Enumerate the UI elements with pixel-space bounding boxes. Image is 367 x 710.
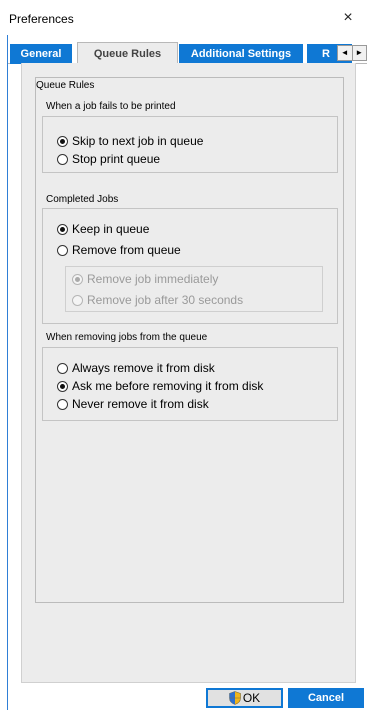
radio-label: Remove job immediately [87, 272, 219, 286]
radio-always-remove[interactable]: Always remove it from disk [57, 360, 215, 376]
radio-indicator [57, 153, 68, 165]
radio-indicator [57, 380, 68, 392]
tab-general[interactable]: General [10, 44, 72, 64]
title-bar: Preferences × [0, 0, 367, 36]
radio-indicator [57, 135, 68, 147]
radio-indicator [57, 223, 68, 235]
radio-remove-immediately[interactable]: Remove job immediately [72, 271, 218, 287]
close-icon: × [343, 9, 353, 26]
radio-indicator [57, 398, 68, 410]
radio-label: Remove job after 30 seconds [87, 293, 244, 307]
radio-remove-after-30s[interactable]: Remove job after 30 seconds [72, 292, 243, 308]
ok-label: OK [242, 691, 261, 705]
radio-indicator [72, 273, 83, 285]
ok-button[interactable]: OK [206, 688, 283, 708]
radio-indicator [57, 362, 68, 374]
radio-remove-from-queue[interactable]: Remove from queue [57, 242, 181, 258]
radio-label: Skip to next job in queue [72, 134, 204, 148]
tab-additional-settings[interactable]: Additional Settings [179, 44, 303, 64]
cancel-button[interactable]: Cancel [288, 688, 364, 708]
radio-never-remove[interactable]: Never remove it from disk [57, 396, 209, 412]
failed-jobs-label: When a job fails to be printed [46, 101, 176, 112]
radio-label: Keep in queue [72, 222, 150, 236]
radio-skip-next-job[interactable]: Skip to next job in queue [57, 133, 203, 149]
radio-keep-in-queue[interactable]: Keep in queue [57, 221, 149, 237]
window-border [7, 35, 8, 710]
close-button[interactable]: × [337, 7, 359, 29]
radio-indicator [57, 244, 68, 256]
tab-scroll-left-icon[interactable]: ◄ [338, 46, 352, 60]
shield-icon [229, 691, 241, 705]
radio-ask-before-removing[interactable]: Ask me before removing it from disk [57, 378, 263, 394]
removing-jobs-label: When removing jobs from the queue [46, 332, 208, 343]
radio-indicator [72, 294, 83, 306]
tab-scroll-right-icon[interactable]: ► [351, 46, 367, 60]
radio-stop-print-queue[interactable]: Stop print queue [57, 151, 160, 167]
radio-label: Remove from queue [72, 243, 181, 257]
radio-label: Ask me before removing it from disk [72, 379, 264, 393]
radio-label: Stop print queue [72, 152, 161, 166]
window-title: Preferences [9, 12, 74, 26]
tab-queue-rules[interactable]: Queue Rules [77, 42, 178, 65]
queue-rules-panel: Queue Rules When a job fails to be print… [21, 63, 356, 683]
tab-scroll-buttons: ◄ ► [337, 45, 367, 61]
radio-label: Always remove it from disk [72, 361, 215, 375]
radio-label: Never remove it from disk [72, 397, 209, 411]
tab-strip: General Queue Rules Additional Settings … [8, 42, 367, 65]
completed-jobs-label: Completed Jobs [46, 194, 119, 205]
queue-rules-title: Queue Rules [36, 80, 95, 91]
